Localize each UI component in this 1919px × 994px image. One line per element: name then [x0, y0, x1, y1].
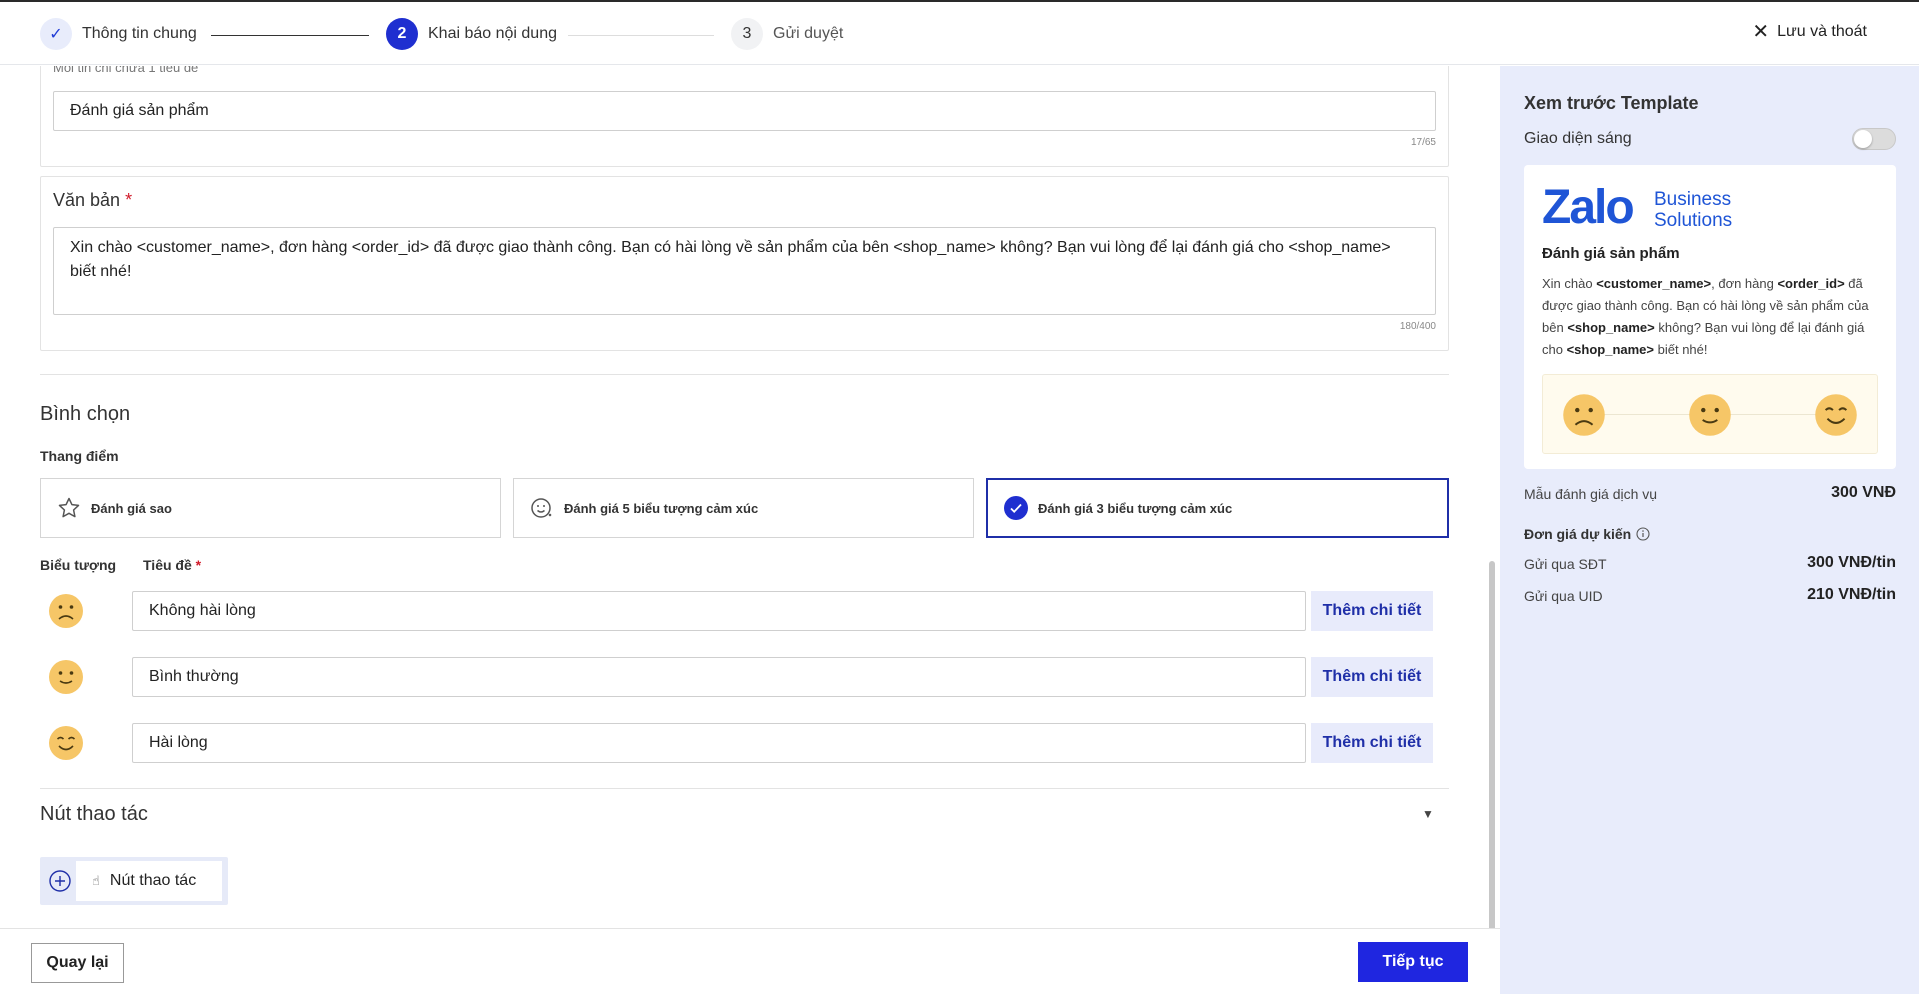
- column-title-header: Tiêu đề *: [143, 557, 202, 573]
- stepper-header: ✓ Thông tin chung 2 Khai báo nội dung 3 …: [0, 2, 1919, 65]
- star-icon: [57, 496, 81, 520]
- emoji-icon: [530, 496, 554, 520]
- sdt-price-value: 300 VNĐ/tin: [1807, 554, 1896, 571]
- step-connector: [211, 35, 369, 36]
- required-mark: *: [125, 190, 133, 210]
- step-label: Thông tin chung: [82, 25, 197, 42]
- content-area: Mỗi tin chỉ chứa 1 tiêu đề Đánh giá sản …: [0, 66, 1500, 928]
- divider: [40, 788, 1449, 789]
- emoji-title-input[interactable]: Bình thường: [132, 657, 1306, 697]
- title-hint: Mỗi tin chỉ chứa 1 tiêu đề: [53, 66, 199, 75]
- preview-rating-bar: [1542, 374, 1878, 454]
- text-counter: 180/400: [1399, 321, 1436, 332]
- divider: [40, 374, 1449, 375]
- add-detail-button[interactable]: Thêm chi tiết: [1311, 657, 1433, 697]
- svg-text:Zalo: Zalo: [1542, 183, 1633, 229]
- neutral-face-icon: [1689, 394, 1731, 436]
- preview-card-title: Đánh giá sản phẩm: [1542, 245, 1680, 262]
- close-icon: ✕: [1752, 21, 1770, 43]
- emoji-row: Hài lòng Thêm chi tiết: [40, 723, 1449, 763]
- option-label: Đánh giá 5 biểu tượng cảm xúc: [564, 500, 759, 516]
- save-and-exit-label: Lưu và thoát: [1777, 23, 1867, 40]
- plus-circle-icon[interactable]: [49, 870, 71, 892]
- scrollbar[interactable]: [1489, 561, 1495, 928]
- text-card: Văn bản * Xin chào <customer_name>, đơn …: [40, 176, 1449, 351]
- text-label: Văn bản *: [53, 190, 133, 210]
- zalo-business-logo: Zalo Business Solutions: [1542, 183, 1732, 229]
- step-number: 3: [731, 18, 763, 50]
- chevron-down-icon[interactable]: ▼: [1422, 807, 1434, 821]
- action-button-chip[interactable]: ☝ Nút thao tác: [76, 861, 222, 901]
- option-3-emoji[interactable]: Đánh giá 3 biểu tượng cảm xúc: [986, 478, 1449, 538]
- emoji-row: Bình thường Thêm chi tiết: [40, 657, 1449, 697]
- action-button-label: Nút thao tác: [109, 872, 197, 889]
- uid-price-row: Gửi qua UID 210 VNĐ/tin: [1524, 586, 1896, 604]
- sdt-price-label: Gửi qua SĐT: [1524, 556, 1607, 572]
- happy-face-icon: [49, 726, 83, 760]
- text-textarea[interactable]: Xin chào <customer_name>, đơn hàng <orde…: [53, 227, 1436, 315]
- check-circle-icon: [1004, 496, 1028, 520]
- unit-price-heading: Đơn giá dự kiến: [1524, 526, 1650, 542]
- sad-face-icon: [49, 594, 83, 628]
- check-icon: ✓: [40, 18, 72, 50]
- light-mode-toggle[interactable]: [1852, 128, 1896, 150]
- option-label: Đánh giá sao: [91, 500, 172, 516]
- svg-text:Business: Business: [1654, 189, 1731, 210]
- uid-price-value: 210 VNĐ/tin: [1807, 586, 1896, 603]
- svg-text:Solutions: Solutions: [1654, 210, 1732, 229]
- service-price-label: Mẫu đánh giá dịch vụ: [1524, 486, 1658, 502]
- light-mode-label: Giao diện sáng: [1524, 130, 1632, 147]
- column-icon-header: Biểu tượng: [40, 557, 117, 573]
- emoji-row: Không hài lòng Thêm chi tiết: [40, 591, 1449, 631]
- sad-face-icon: [1563, 394, 1605, 436]
- continue-button[interactable]: Tiếp tục: [1358, 942, 1468, 982]
- emoji-title-input[interactable]: Hài lòng: [132, 723, 1306, 763]
- sdt-price-row: Gửi qua SĐT 300 VNĐ/tin: [1524, 554, 1896, 572]
- title-card: Mỗi tin chỉ chứa 1 tiêu đề Đánh giá sản …: [40, 66, 1449, 167]
- step-general-info[interactable]: ✓ Thông tin chung: [40, 18, 197, 50]
- back-button[interactable]: Quay lại: [31, 943, 124, 983]
- add-detail-button[interactable]: Thêm chi tiết: [1311, 723, 1433, 763]
- emoji-title-input[interactable]: Không hài lòng: [132, 591, 1306, 631]
- preview-title: Xem trước Template: [1524, 93, 1699, 113]
- option-5-emoji[interactable]: Đánh giá 5 biểu tượng cảm xúc: [513, 478, 974, 538]
- title-input[interactable]: Đánh giá sản phẩm: [53, 91, 1436, 131]
- toggle-knob: [1854, 130, 1872, 148]
- step-submit[interactable]: 3 Gửi duyệt: [731, 18, 843, 50]
- add-detail-button[interactable]: Thêm chi tiết: [1311, 591, 1433, 631]
- step-number: 2: [386, 18, 418, 50]
- add-action-button-group[interactable]: ☝ Nút thao tác: [40, 857, 228, 905]
- step-content[interactable]: 2 Khai báo nội dung: [386, 18, 557, 50]
- footer-bar: Quay lại Tiếp tục: [0, 928, 1500, 994]
- preview-message-card: Zalo Business Solutions Đánh giá sản phẩ…: [1524, 165, 1896, 469]
- step-connector: [568, 35, 714, 36]
- step-label: Khai báo nội dung: [428, 25, 557, 42]
- pointer-hand-icon: ☝: [92, 873, 100, 888]
- preview-card-body: Xin chào <customer_name>, đơn hàng <orde…: [1542, 276, 1869, 357]
- info-icon[interactable]: [1636, 527, 1650, 541]
- save-and-exit-button[interactable]: ✕ Lưu và thoát: [1752, 22, 1867, 42]
- uid-price-label: Gửi qua UID: [1524, 588, 1603, 604]
- step-label: Gửi duyệt: [773, 25, 844, 42]
- title-counter: 17/65: [1410, 137, 1436, 148]
- poll-section-title: Bình chọn: [40, 403, 131, 425]
- actions-section-title: Nút thao tác: [40, 803, 148, 825]
- service-price-value: 300 VNĐ: [1831, 484, 1896, 501]
- preview-panel: Xem trước Template Giao diện sáng Zalo B…: [1500, 66, 1919, 994]
- scale-label: Thang điểm: [40, 448, 119, 464]
- neutral-face-icon: [49, 660, 83, 694]
- option-star-rating[interactable]: Đánh giá sao: [40, 478, 501, 538]
- happy-face-icon: [1815, 394, 1857, 436]
- option-label: Đánh giá 3 biểu tượng cảm xúc: [1038, 500, 1233, 516]
- service-price-row: Mẫu đánh giá dịch vụ 300 VNĐ: [1524, 484, 1896, 502]
